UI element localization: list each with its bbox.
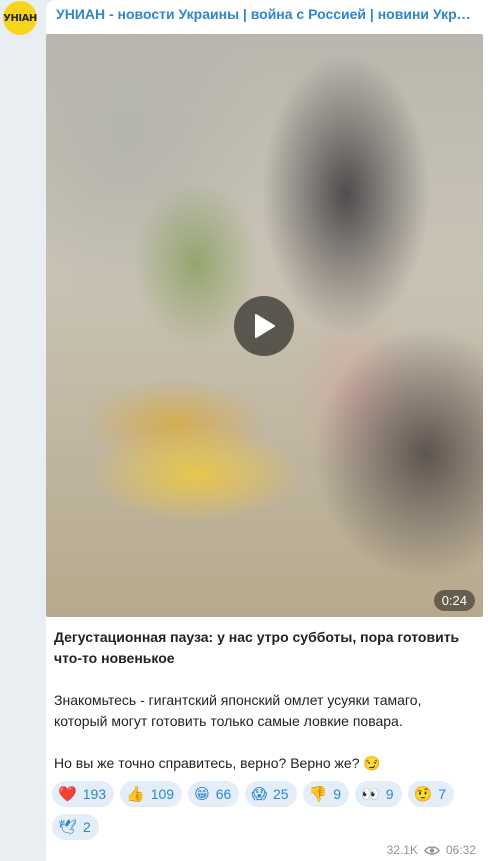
reaction-thumbs-down[interactable]: 👎 9 [302, 781, 350, 807]
reaction-count: 9 [385, 786, 394, 802]
reaction-scream[interactable]: 😱 25 [245, 781, 297, 807]
eye-icon [424, 845, 440, 855]
thumbs-down-icon: 👎 [308, 785, 328, 803]
scream-icon: 😱 [251, 785, 267, 803]
reaction-count: 66 [215, 786, 232, 802]
grin-icon: 😁 [194, 785, 210, 803]
post-text: Дегустационная пауза: у нас утро субботы… [54, 627, 474, 774]
reaction-grin[interactable]: 😁 66 [188, 781, 240, 807]
post-paragraph-2: Но вы же точно справитесь, верно? Верно … [54, 755, 381, 771]
post-time: 06:32 [445, 843, 476, 857]
reaction-count: 109 [150, 786, 175, 802]
video-duration: 0:24 [433, 590, 475, 611]
channel-avatar[interactable]: УНІАН [3, 1, 37, 35]
reaction-count: 9 [333, 786, 342, 802]
reaction-raised-eyebrow[interactable]: 🤨 7 [407, 781, 454, 807]
reactions-bar: ❤️ 193 👍 109 😁 66 😱 25 👎 9 👀 9 🤨 7 🕊 2 [52, 781, 472, 840]
raised-eyebrow-icon: 🤨 [413, 785, 433, 803]
reaction-eyes[interactable]: 👀 9 [355, 781, 402, 807]
reaction-count: 7 [438, 786, 446, 802]
message-bubble: УНИАН - новости Украины | война с Россие… [46, 0, 488, 861]
post-title: Дегустационная пауза: у нас утро субботы… [54, 629, 460, 666]
message-meta: 32.1K 06:32 [387, 843, 476, 857]
thumbs-up-icon: 👍 [126, 785, 145, 803]
reaction-count: 193 [82, 786, 107, 802]
reaction-count: 2 [83, 819, 91, 835]
play-icon [255, 314, 275, 338]
video-preview[interactable]: 0:24 [46, 34, 483, 617]
channel-name[interactable]: УНИАН - новости Украины | война с Россие… [56, 6, 476, 22]
reaction-thumbs-up[interactable]: 👍 109 [120, 781, 183, 807]
dove-icon: 🕊 [58, 818, 78, 836]
reaction-dove[interactable]: 🕊 2 [52, 814, 99, 840]
play-button[interactable] [234, 296, 294, 356]
post-paragraph-1: Знакомьтесь - гигантский японский омлет … [54, 692, 422, 729]
reaction-heart[interactable]: ❤️ 193 [52, 781, 115, 807]
eyes-icon: 👀 [361, 785, 380, 803]
heart-icon: ❤️ [58, 785, 77, 803]
avatar-logo-text: УНІАН [3, 12, 37, 24]
reaction-count: 25 [272, 786, 289, 802]
view-count: 32.1K [386, 843, 418, 857]
